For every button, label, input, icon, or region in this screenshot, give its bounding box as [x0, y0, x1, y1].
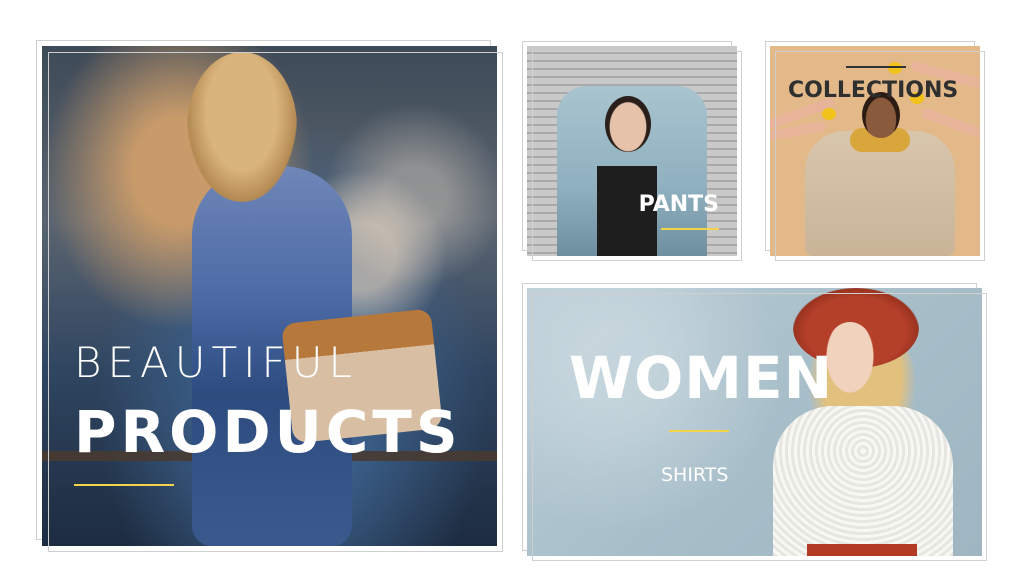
photo-woman-with-bag: BEAUTIFUL PRODUCTS: [42, 46, 497, 546]
photo-lemon: [888, 62, 902, 74]
photo-woman-red-hat: WOMEN SHIRTS: [527, 288, 982, 556]
tile-collections[interactable]: COLLECTIONS: [765, 41, 985, 261]
accent-underline: [74, 484, 174, 486]
photo-woman-denim-jacket: PANTS: [527, 46, 737, 256]
photo-person-head: [605, 96, 651, 152]
tile-subheading-shirts: SHIRTS: [661, 464, 729, 486]
tile-beautiful-products[interactable]: BEAUTIFUL PRODUCTS: [36, 40, 503, 552]
tile-label-pants: PANTS: [638, 192, 719, 217]
tile-women[interactable]: WOMEN SHIRTS: [522, 283, 987, 561]
photo-lace-top: [773, 406, 953, 556]
photo-woman-trench-lemons: COLLECTIONS: [770, 46, 980, 256]
accent-topline: [846, 66, 906, 68]
accent-underline: [661, 228, 719, 230]
photo-red-skirt: [807, 544, 917, 556]
photo-person-hair: [187, 52, 297, 202]
tile-heading-products: PRODUCTS: [74, 398, 462, 466]
tile-pants[interactable]: PANTS: [522, 41, 742, 261]
accent-underline: [669, 430, 729, 432]
tile-heading-beautiful: BEAUTIFUL: [74, 338, 358, 387]
tile-label-collections: COLLECTIONS: [788, 78, 959, 103]
tile-heading-women: WOMEN: [569, 344, 834, 412]
photo-lemon: [822, 108, 836, 120]
